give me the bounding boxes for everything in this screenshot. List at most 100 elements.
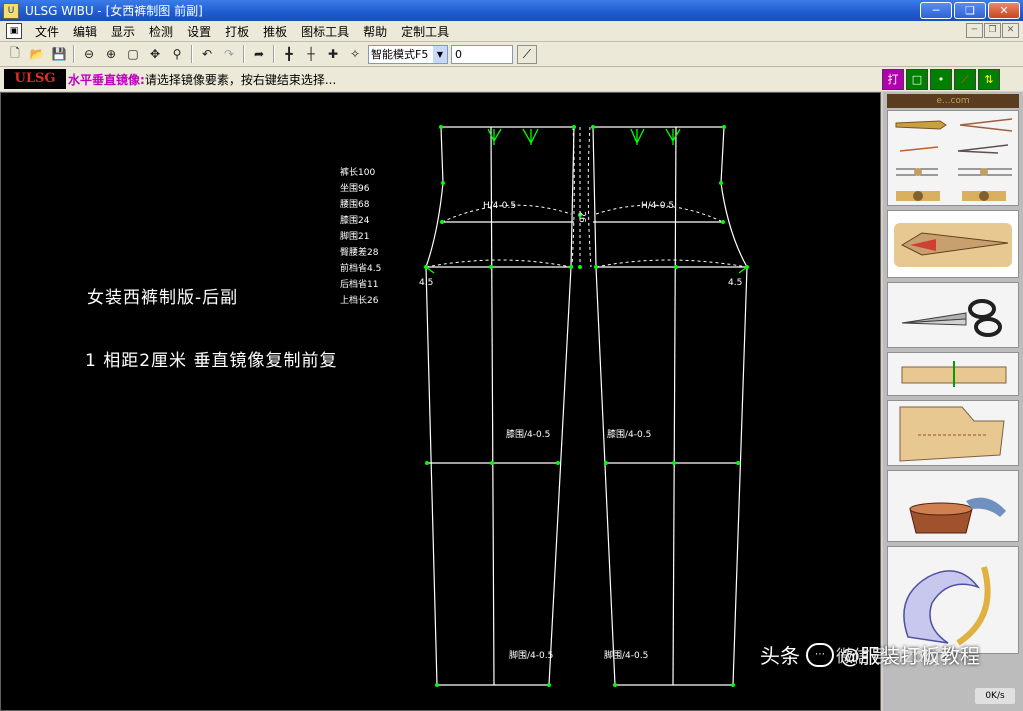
measurement-knee: 膝围24 xyxy=(340,216,370,226)
minimize-button[interactable]: ─ xyxy=(920,2,952,19)
measurement-hip-waist-diff: 臀腰差28 xyxy=(340,248,379,258)
pattern-piece-panel[interactable] xyxy=(887,400,1019,466)
notch-icon xyxy=(901,361,1007,387)
left-crotch-curve xyxy=(425,259,572,268)
document-window-controls: ─ ❐ ✕ xyxy=(966,23,1019,38)
line-style-icon[interactable]: ⟋ xyxy=(517,44,537,64)
arrow-tool-icon[interactable]: ⇅ xyxy=(978,68,1000,90)
right-front-rise xyxy=(587,126,592,268)
redo-icon[interactable]: ↷ xyxy=(218,44,240,64)
measurement-hem: 脚围21 xyxy=(340,232,370,242)
left-side-seam xyxy=(425,126,444,686)
prompt-command: 水平垂直镜像: xyxy=(68,72,145,87)
left-hip-label: H/4-0.5 xyxy=(483,201,517,211)
measurement-rise: 上档长26 xyxy=(340,296,379,306)
pattern-mode-icon[interactable]: 打 xyxy=(882,68,904,90)
ulsg-logo: ULSG xyxy=(4,69,66,89)
curve-ruler-panel[interactable] xyxy=(887,546,1019,654)
left-knee-label: 膝围/4-0.5 xyxy=(506,430,551,440)
menu-check[interactable]: 检测 xyxy=(142,23,180,40)
maximize-button[interactable]: ❏ xyxy=(954,2,986,19)
save-icon[interactable]: 💾 xyxy=(48,44,70,64)
menu-settings[interactable]: 设置 xyxy=(180,23,218,40)
menu-icon-tools[interactable]: 图标工具 xyxy=(294,23,356,40)
right-crotch-label: 4.5 xyxy=(728,278,743,288)
menu-view[interactable]: 显示 xyxy=(104,23,142,40)
right-crotch-curve xyxy=(595,259,748,268)
menu-pattern[interactable]: 打板 xyxy=(218,23,256,40)
right-dart-2 xyxy=(665,128,681,145)
point-tool-icon[interactable]: ╋ xyxy=(278,44,300,64)
wash-basin-icon xyxy=(909,497,1006,534)
cross-point-icon[interactable]: ✚ xyxy=(322,44,344,64)
step-note: 1 相距2厘米 垂直镜像复制前复 xyxy=(85,351,338,371)
center-dimension-label: 26 xyxy=(576,211,587,223)
network-speed-badge: 0K/s xyxy=(975,688,1015,704)
zoom-window-icon[interactable]: ▢ xyxy=(122,44,144,64)
toolbar: 🗋 📂 💾 ⊖ ⊕ ▢ ✥ ⚲ ↶ ↷ ➦ ╋ ┼ ✚ ✧ 智能模式F5 ▼ 0… xyxy=(0,42,1023,67)
washing-tool-panel[interactable] xyxy=(887,470,1019,542)
left-hem-label: 脚围/4-0.5 xyxy=(509,651,554,661)
measurement-length: 裤长100 xyxy=(340,168,376,178)
right-side-seam xyxy=(720,126,748,686)
title-bar: U ULSG WIBU - [女西裤制图 前副] ─ ❏ ✕ xyxy=(0,0,1023,21)
snap-icon[interactable]: ✧ xyxy=(344,44,366,64)
notch-tool-panel[interactable] xyxy=(887,352,1019,396)
open-folder-icon[interactable]: 📂 xyxy=(26,44,48,64)
drafting-tools-art xyxy=(895,118,1013,201)
select-delete-icon[interactable]: ➦ xyxy=(248,44,270,64)
left-dart-1 xyxy=(487,128,502,145)
pattern-drawing xyxy=(424,125,749,687)
window-title: ULSG WIBU - [女西裤制图 前副] xyxy=(25,4,203,18)
zoom-out-icon[interactable]: ⊖ xyxy=(78,44,100,64)
app-icon[interactable]: U xyxy=(3,2,19,19)
menu-grading[interactable]: 推板 xyxy=(256,23,294,40)
pattern-title-note: 女装西裤制版-后副 xyxy=(87,288,239,308)
line-icon[interactable]: ⟋ xyxy=(954,68,976,90)
point-icon[interactable]: • xyxy=(930,68,952,90)
close-button[interactable]: ✕ xyxy=(988,2,1020,19)
measurement-back-crotch: 后档省11 xyxy=(340,280,379,290)
point-vertical-icon[interactable]: ┼ xyxy=(300,44,322,64)
menu-bar: ▣ 文件 编辑 显示 检测 设置 打板 推板 图标工具 帮助 定制工具 ─ ❐ … xyxy=(0,21,1023,42)
right-inseam xyxy=(592,126,616,686)
menu-help[interactable]: 帮助 xyxy=(356,23,394,40)
palette-header: e...com xyxy=(887,94,1019,108)
french-curve-icon xyxy=(903,566,991,646)
measurement-hip: 坐围96 xyxy=(340,184,370,194)
pattern-piece-icon xyxy=(899,406,1005,462)
toolbar-separator xyxy=(243,45,245,63)
toolbar-separator xyxy=(73,45,75,63)
rectangle-icon[interactable]: □ xyxy=(906,68,928,90)
mode-toolbar: 打 □ • ⟋ ⇅ xyxy=(880,67,1023,91)
doc-restore-button[interactable]: ❐ xyxy=(984,23,1001,38)
doc-close-button[interactable]: ✕ xyxy=(1002,23,1019,38)
chevron-down-icon[interactable]: ▼ xyxy=(433,45,447,63)
document-icon[interactable]: ▣ xyxy=(6,23,22,39)
menu-edit[interactable]: 编辑 xyxy=(66,23,104,40)
zoom-fit-icon[interactable]: ⚲ xyxy=(166,44,188,64)
doc-minimize-button[interactable]: ─ xyxy=(966,23,983,38)
pan-icon[interactable]: ✥ xyxy=(144,44,166,64)
measurement-waist: 腰围68 xyxy=(340,200,370,210)
value-input[interactable]: 0 xyxy=(451,44,513,64)
right-dart-1 xyxy=(630,128,645,145)
prompt-bar: ULSG 水平垂直镜像: 请选择镜像要素，按右键结束选择... xyxy=(0,67,880,91)
window-controls: ─ ❏ ✕ xyxy=(920,2,1020,19)
mode-select-value: 智能模式F5 xyxy=(371,48,429,61)
new-file-icon[interactable]: 🗋 xyxy=(4,44,26,64)
undo-icon[interactable]: ↶ xyxy=(196,44,218,64)
right-knee-label: 膝围/4-0.5 xyxy=(607,430,652,440)
left-crotch-label: 4.5 xyxy=(419,278,434,288)
mode-select[interactable]: 智能模式F5 ▼ xyxy=(368,44,448,64)
drawing-canvas[interactable]: 女装西裤制版-后副 1 相距2厘米 垂直镜像复制前复 裤长100 坐围96 腰围… xyxy=(0,92,881,711)
menu-custom-tools[interactable]: 定制工具 xyxy=(394,23,456,40)
scissors-tool-panel[interactable] xyxy=(887,282,1019,348)
awl-tool-panel[interactable] xyxy=(887,210,1019,278)
wechat-icon: ⋯ xyxy=(806,642,834,667)
zoom-in-icon[interactable]: ⊕ xyxy=(100,44,122,64)
menu-file[interactable]: 文件 xyxy=(28,23,66,40)
drafting-tools-panel xyxy=(887,110,1019,206)
scissors-icon xyxy=(901,299,1002,337)
watermark-source: 头条 xyxy=(760,644,800,668)
